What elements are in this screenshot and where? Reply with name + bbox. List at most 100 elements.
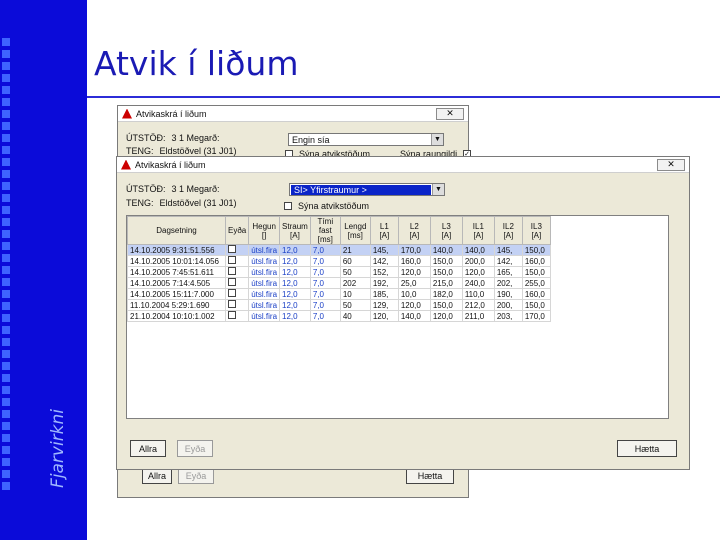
- table-cell: 40: [339, 310, 371, 322]
- table-cell: 7,0: [309, 299, 341, 311]
- table-cell: 211,0: [461, 310, 495, 322]
- col-header-date[interactable]: Dagsetning: [127, 216, 226, 245]
- table-row[interactable]: 11.10.2004 5:29:1.690 útsl.fira 12,0 7,0 50 1…: [127, 299, 551, 311]
- delete-checkbox[interactable]: [228, 256, 236, 264]
- table-cell: útsl.fira: [248, 310, 281, 322]
- col-header-il3[interactable]: IL3 [A]: [521, 216, 551, 245]
- delete-checkbox-cell[interactable]: [224, 255, 250, 267]
- col-header-l2[interactable]: L2 [A]: [397, 216, 431, 245]
- col-header-il2[interactable]: IL2 [A]: [493, 216, 523, 245]
- tenging-value: Eldstöðvel (31 J01): [159, 146, 237, 156]
- table-cell: 120,0: [397, 266, 431, 278]
- table-cell: 14.10.2005 7:45:51.611: [127, 266, 226, 278]
- exit-button[interactable]: Hætta: [617, 440, 677, 457]
- delete-checkbox-cell[interactable]: [224, 277, 250, 289]
- table-cell: 12,0: [279, 244, 311, 256]
- close-button[interactable]: ✕: [657, 158, 685, 171]
- tenging-value: Eldstöðvel (31 J01): [159, 198, 237, 208]
- delete-checkbox[interactable]: [228, 289, 236, 297]
- filter-combo[interactable]: SI> Yfirstraumur > ▼: [289, 183, 445, 196]
- col-header-il1[interactable]: IL1 [A]: [461, 216, 495, 245]
- col-header-l1[interactable]: L1 [A]: [369, 216, 399, 245]
- table-cell: 150,0: [521, 266, 551, 278]
- table-cell: 120,0: [461, 266, 495, 278]
- table-cell: 150,0: [521, 299, 551, 311]
- table-cell: 160,0: [397, 255, 431, 267]
- back-dialog-titlebar: Atvikaskrá í liðum ✕: [118, 106, 468, 122]
- table-cell: 12,0: [279, 310, 311, 322]
- table-cell: 7,0: [309, 244, 341, 256]
- app-icon: [122, 108, 132, 119]
- table-cell: 25,0: [397, 277, 431, 289]
- all-button[interactable]: Allra: [130, 440, 166, 457]
- app-icon: [121, 159, 131, 170]
- table-cell: 110,0: [461, 288, 495, 300]
- close-button[interactable]: ✕: [436, 107, 464, 120]
- table-cell: 10,0: [397, 288, 431, 300]
- delete-checkbox[interactable]: [228, 245, 236, 253]
- table-cell: 202,: [493, 277, 523, 289]
- table-cell: 7,0: [309, 266, 341, 278]
- table-cell: 12,0: [279, 299, 311, 311]
- front-dialog-title: Atvikaskrá í liðum: [135, 159, 206, 170]
- table-cell: 7,0: [309, 277, 341, 289]
- col-header-l3[interactable]: L3 [A]: [429, 216, 463, 245]
- events-table-container[interactable]: Dagsetning Eyða Hegun [] Straum [A] Tími…: [126, 215, 669, 419]
- table-cell: 200,0: [461, 255, 495, 267]
- table-cell: 202: [339, 277, 371, 289]
- col-header-fixed-time[interactable]: Tími fast [ms]: [309, 216, 341, 245]
- table-cell: 12,0: [279, 255, 311, 267]
- table-row[interactable]: 14.10.2005 9:31:51.556 útsl.fira 12,0 7,0 21…: [127, 244, 551, 256]
- table-row[interactable]: 14.10.2005 10:01:14.056 útsl.fira 12,0 7,0 6…: [127, 255, 551, 267]
- delete-checkbox[interactable]: [228, 267, 236, 275]
- table-cell: 12,0: [279, 266, 311, 278]
- table-cell: 50: [339, 266, 371, 278]
- table-cell: 12,0: [279, 288, 311, 300]
- table-cell: 165,: [493, 266, 523, 278]
- delete-checkbox-cell[interactable]: [224, 288, 250, 300]
- table-cell: útsl.fira: [248, 266, 281, 278]
- slide-left-band: Fjarvirkni: [0, 0, 87, 540]
- table-row[interactable]: 14.10.2005 15:11:7.000 útsl.fira 12,0 7,0 10…: [127, 288, 551, 300]
- table-cell: 21: [339, 244, 371, 256]
- delete-checkbox-cell[interactable]: [224, 244, 250, 256]
- delete-checkbox[interactable]: [228, 311, 236, 319]
- col-header-duration[interactable]: Lengd [ms]: [339, 216, 371, 245]
- table-cell: 129,: [369, 299, 399, 311]
- show-events-label: Sýna atvikstöðum: [298, 201, 370, 211]
- table-cell: 12,0: [279, 277, 311, 289]
- delete-checkbox-cell[interactable]: [224, 310, 250, 322]
- table-cell: 21.10.2004 10:10:1.002: [127, 310, 226, 322]
- delete-checkbox[interactable]: [228, 300, 236, 308]
- table-cell: 185,: [369, 288, 399, 300]
- chevron-down-icon[interactable]: ▼: [431, 134, 443, 145]
- show-events-checkbox[interactable]: [284, 202, 292, 210]
- table-cell: 140,0: [397, 310, 431, 322]
- table-row[interactable]: 21.10.2004 10:10:1.002 útsl.fira 12,0 7,0 40…: [127, 310, 551, 322]
- table-cell: 50: [339, 299, 371, 311]
- delete-checkbox[interactable]: [228, 278, 236, 286]
- events-table: Dagsetning Eyða Hegun [] Straum [A] Tími…: [127, 216, 551, 322]
- table-row[interactable]: 14.10.2005 7:45:51.611 útsl.fira 12,0 7,0 50…: [127, 266, 551, 278]
- table-cell: 150,0: [429, 266, 463, 278]
- table-cell: 182,0: [429, 288, 463, 300]
- col-header-delete[interactable]: Eyða: [224, 216, 250, 245]
- table-cell: útsl.fira: [248, 277, 281, 289]
- delete-button[interactable]: Eyða: [177, 440, 213, 457]
- col-header-behavior[interactable]: Hegun []: [248, 216, 281, 245]
- col-header-current[interactable]: Straum [A]: [279, 216, 311, 245]
- table-cell: 160,0: [521, 288, 551, 300]
- table-cell: útsl.fira: [248, 299, 281, 311]
- table-cell: 60: [339, 255, 371, 267]
- table-row[interactable]: 14.10.2005 7:14:4.505 útsl.fira 12,0 7,0 202…: [127, 277, 551, 289]
- table-cell: 212,0: [461, 299, 495, 311]
- table-cell: 10: [339, 288, 371, 300]
- table-cell: 14.10.2005 15:11:7.000: [127, 288, 226, 300]
- delete-checkbox-cell[interactable]: [224, 266, 250, 278]
- chevron-down-icon[interactable]: ▼: [432, 184, 444, 195]
- utstod-value: 3 1 Megarð:: [171, 184, 220, 194]
- table-header-row: Dagsetning Eyða Hegun [] Straum [A] Tími…: [127, 216, 551, 245]
- filter-combo[interactable]: Engin sía ▼: [288, 133, 444, 146]
- delete-checkbox-cell[interactable]: [224, 299, 250, 311]
- tenging-label: TENG:: [126, 146, 154, 156]
